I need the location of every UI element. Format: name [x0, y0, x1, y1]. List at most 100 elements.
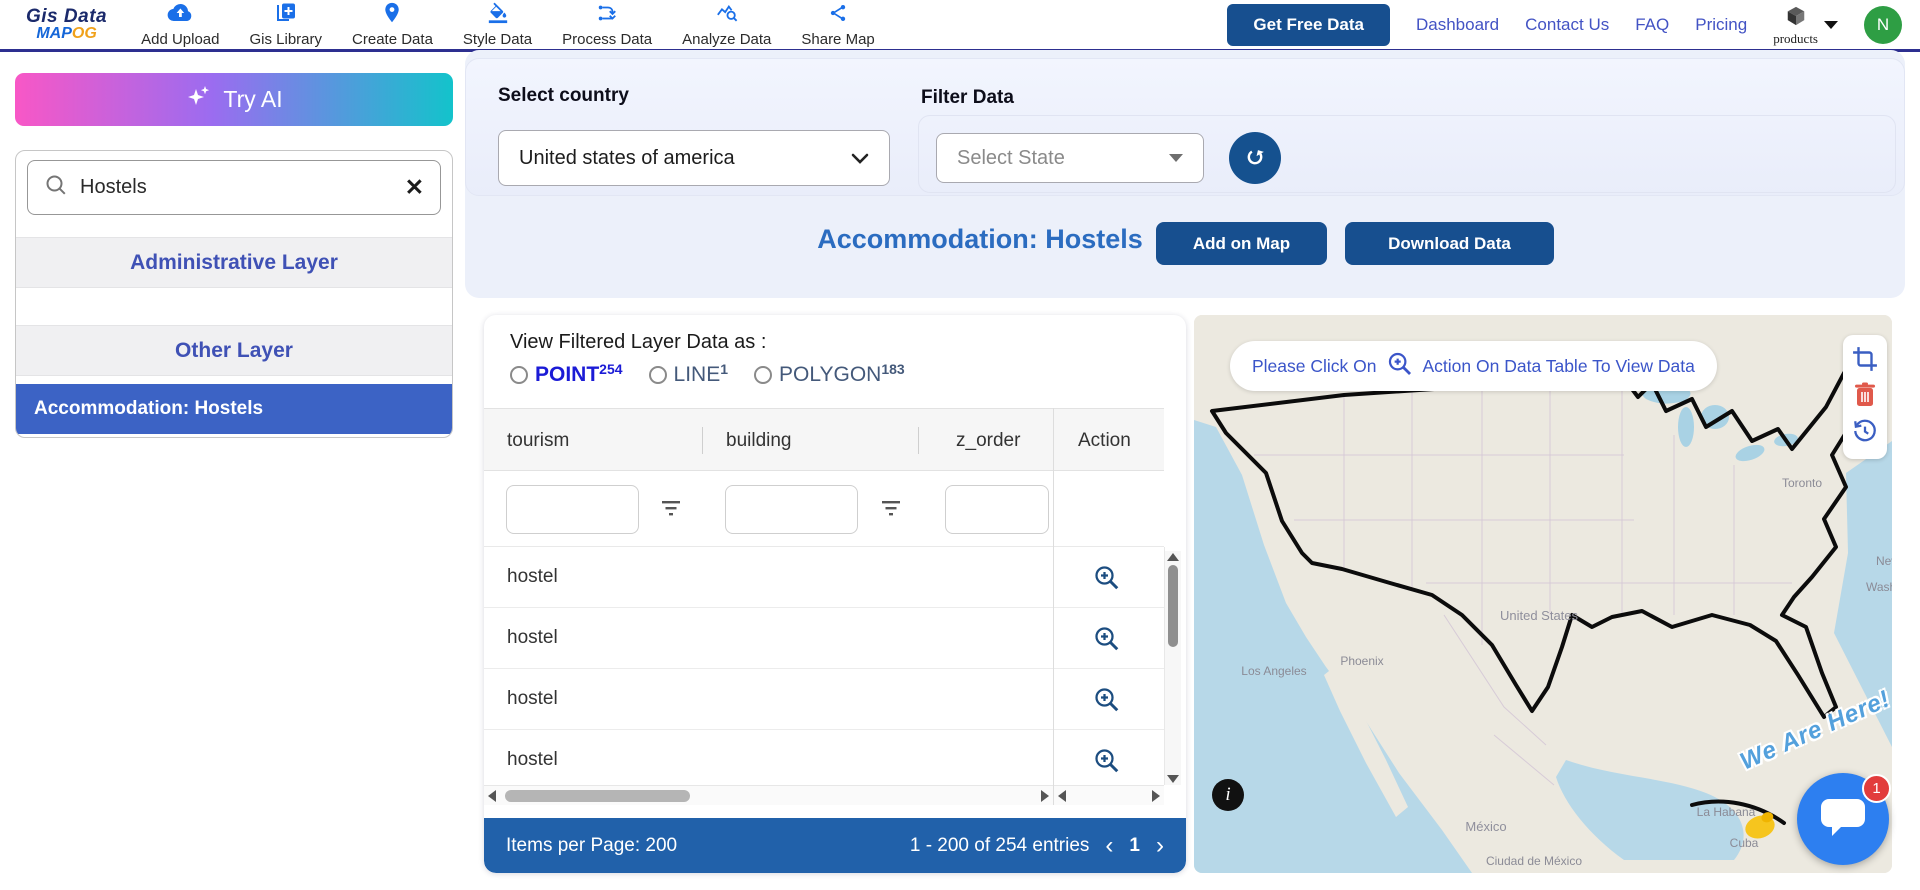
user-avatar[interactable]: N: [1864, 6, 1902, 44]
paint-fill-icon: [486, 2, 510, 29]
hint-text-before: Please Click On: [1252, 356, 1377, 377]
filter-input-z-order[interactable]: [945, 485, 1049, 534]
vertical-scrollbar[interactable]: [1165, 551, 1181, 785]
zoom-in-icon: [1386, 350, 1414, 383]
nav-item-create-data[interactable]: Create Data: [352, 2, 433, 48]
table-row[interactable]: hostel: [484, 669, 1164, 730]
chat-bubble-icon: [1819, 795, 1867, 844]
radio-polygon[interactable]: POLYGON183: [754, 363, 905, 387]
map-label-cuba: Cuba: [1730, 836, 1759, 850]
try-ai-button[interactable]: Try AI: [15, 73, 453, 126]
nav-item-analyze-data[interactable]: Analyze Data: [682, 2, 771, 48]
nav-link-dashboard[interactable]: Dashboard: [1416, 15, 1499, 35]
info-button[interactable]: i: [1212, 779, 1244, 811]
zoom-in-action-icon[interactable]: [1092, 563, 1122, 593]
map-canvas[interactable]: Toronto United States Phoenix Los Angele…: [1194, 315, 1892, 873]
map-label-ciudad: Ciudad de México: [1486, 854, 1582, 868]
map-panel[interactable]: Toronto United States Phoenix Los Angele…: [1194, 315, 1892, 873]
table-row[interactable]: hostel: [484, 730, 1164, 785]
crop-icon[interactable]: [1852, 346, 1878, 377]
zoom-in-action-icon[interactable]: [1092, 746, 1122, 776]
table-header-row: tourism building z_order Action: [484, 408, 1164, 471]
logo-og: OG: [72, 25, 97, 42]
chevron-down-icon: [1169, 154, 1183, 162]
geometry-radio-group: POINT254 LINE1 POLYGON183: [510, 363, 905, 387]
refresh-button[interactable]: [1229, 132, 1281, 184]
sparkles-icon: [185, 83, 213, 117]
nav-item-share-map[interactable]: Share Map: [801, 2, 874, 48]
radio-circle-icon: [510, 366, 528, 384]
history-icon[interactable]: [1852, 418, 1878, 449]
filter-input-building[interactable]: [725, 485, 858, 534]
items-per-page: Items per Page: 200: [506, 835, 677, 857]
nav-item-gis-library[interactable]: Gis Library: [250, 2, 323, 48]
map-label-new-york: New York: [1876, 554, 1892, 568]
try-ai-label: Try AI: [223, 86, 282, 113]
layer-search-input[interactable]: Hostels ✕: [27, 160, 441, 215]
action-horizontal-scrollbar[interactable]: [1054, 785, 1164, 805]
map-label-phoenix: Phoenix: [1340, 654, 1383, 668]
refresh-icon: [1243, 145, 1267, 172]
nav-item-style-data[interactable]: Style Data: [463, 2, 532, 48]
filter-data-label: Filter Data: [921, 87, 1014, 109]
nav-item-label: Gis Library: [250, 31, 323, 48]
column-header-z-order: z_order: [956, 409, 1020, 472]
nav-item-label: Create Data: [352, 31, 433, 48]
sidebar-item-accommodation-hostels[interactable]: Accommodation: Hostels: [16, 384, 452, 434]
hint-text-after: Action On Data Table To View Data: [1423, 356, 1695, 377]
prev-page-button[interactable]: ‹: [1105, 834, 1113, 858]
add-on-map-button[interactable]: Add on Map: [1156, 222, 1327, 265]
view-as-label: View Filtered Layer Data as :: [510, 331, 766, 354]
horizontal-scrollbar[interactable]: [484, 785, 1053, 805]
trash-icon[interactable]: [1853, 382, 1877, 413]
nav-item-add-upload[interactable]: Add Upload: [141, 2, 219, 48]
entries-range: 1 - 200 of 254 entries: [910, 835, 1090, 857]
filter-input-tourism[interactable]: [506, 485, 639, 534]
cube-icon: [1784, 5, 1808, 31]
products-menu[interactable]: products: [1773, 5, 1838, 45]
chart-magnifier-icon: [715, 2, 739, 29]
nav-item-label: Add Upload: [141, 31, 219, 48]
country-select[interactable]: United states of america: [498, 130, 890, 186]
filter-list-icon[interactable]: [660, 499, 682, 522]
zoom-in-action-icon[interactable]: [1092, 685, 1122, 715]
page-number[interactable]: 1: [1129, 835, 1140, 857]
search-value: Hostels: [80, 176, 147, 199]
radio-point[interactable]: POINT254: [510, 363, 623, 387]
nav-item-label: Share Map: [801, 31, 874, 48]
chevron-down-icon: [851, 147, 869, 170]
logo-line1: Gis Data: [26, 7, 107, 26]
scrollbar-thumb[interactable]: [505, 790, 690, 802]
map-pin-icon: [381, 2, 403, 29]
chevron-down-icon: [1824, 21, 1838, 29]
select-country-label: Select country: [498, 85, 629, 107]
table-rows: hostel hostel hostel hostel: [484, 547, 1164, 785]
nav-item-process-data[interactable]: Process Data: [562, 2, 652, 48]
download-data-button[interactable]: Download Data: [1345, 222, 1554, 265]
column-header-building: building: [726, 409, 792, 472]
get-free-data-button[interactable]: Get Free Data: [1227, 4, 1390, 46]
state-placeholder: Select State: [957, 147, 1065, 170]
notification-badge: 1: [1862, 774, 1891, 803]
map-hint-overlay: Please Click On Action On Data Table To …: [1230, 341, 1717, 391]
nav-link-pricing[interactable]: Pricing: [1695, 15, 1747, 35]
nav-link-contact-us[interactable]: Contact Us: [1525, 15, 1609, 35]
map-toolbar: [1843, 335, 1887, 459]
table-row[interactable]: hostel: [484, 608, 1164, 669]
top-navbar: Gis Data MAPOG Add Upload Gis Library Cr…: [0, 0, 1920, 52]
next-page-button[interactable]: ›: [1156, 834, 1164, 858]
table-footer: Items per Page: 200 1 - 200 of 254 entri…: [484, 818, 1186, 873]
library-icon: [275, 2, 297, 29]
clear-search-icon[interactable]: ✕: [405, 174, 424, 201]
zoom-in-action-icon[interactable]: [1092, 624, 1122, 654]
app-logo[interactable]: Gis Data MAPOG: [26, 7, 107, 43]
nav-right: Get Free Data Dashboard Contact Us FAQ P…: [1227, 4, 1902, 46]
radio-line[interactable]: LINE1: [649, 363, 728, 387]
section-administrative-layer: Administrative Layer: [16, 237, 452, 288]
nav-link-faq[interactable]: FAQ: [1635, 15, 1669, 35]
scrollbar-thumb[interactable]: [1168, 565, 1178, 647]
filter-list-icon[interactable]: [880, 499, 902, 522]
filter-panel: Select country United states of america …: [465, 58, 1905, 196]
state-select[interactable]: Select State: [936, 133, 1204, 183]
table-row[interactable]: hostel: [484, 547, 1164, 608]
